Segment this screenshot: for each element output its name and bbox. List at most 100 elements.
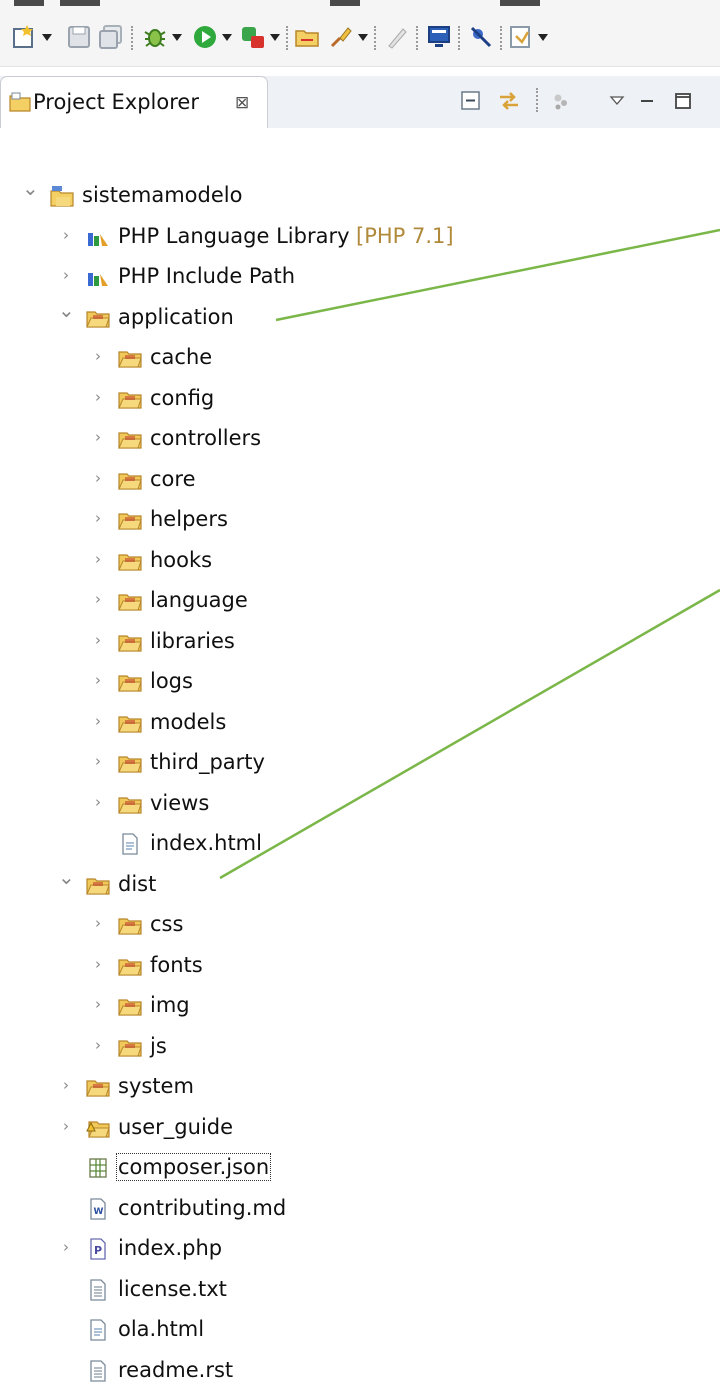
tree-item[interactable]: › css [0,905,720,945]
tree-item[interactable]: › Pindex.php [0,1229,720,1269]
tree-item[interactable]: › core [0,460,720,500]
collapse-chevron-icon[interactable]: › [90,509,106,527]
php-project-icon [50,185,74,207]
debug-icon[interactable] [142,24,168,50]
tree-item[interactable]: › helpers [0,500,720,540]
tree-item[interactable]: index.html [0,824,720,864]
folder-icon [118,1036,142,1058]
collapse-chevron-icon[interactable]: › [90,914,106,932]
collapse-chevron-icon[interactable]: › [90,550,106,568]
tree-item[interactable]: › language [0,581,720,621]
toolbar-separator [131,26,133,50]
collapse-chevron-icon[interactable]: › [90,955,106,973]
search-brush-icon[interactable] [328,24,354,50]
filter-icon[interactable] [550,90,572,112]
collapse-all-icon[interactable] [460,90,482,112]
expand-chevron-icon[interactable]: ⌄ [58,300,75,320]
collapse-chevron-icon[interactable]: › [90,671,106,689]
new-wizard-icon[interactable] [12,24,38,50]
collapse-chevron-icon[interactable]: › [90,590,106,608]
expand-chevron-icon[interactable]: ⌄ [58,867,75,887]
collapse-chevron-icon[interactable]: › [90,793,106,811]
tree-item[interactable]: ola.html [0,1310,720,1350]
toolbar-separator [374,26,376,50]
tree-item[interactable]: Wcontributing.md [0,1189,720,1229]
link-with-editor-icon[interactable] [498,90,520,112]
search-dropdown[interactable] [358,34,368,41]
tree-item-label: ola.html [118,1317,205,1341]
new-wizard-dropdown[interactable] [42,34,52,41]
tree-item[interactable]: license.txt [0,1270,720,1310]
toolbar-edge [14,0,44,6]
expand-chevron-icon[interactable]: ⌄ [22,178,39,198]
open-type-icon[interactable] [294,24,320,50]
tree-item[interactable]: readme.rst [0,1351,720,1391]
next-annotation-dropdown[interactable] [538,34,548,41]
debug-dropdown[interactable] [172,34,182,41]
tree-item[interactable]: › PHP Include Path [0,257,720,297]
tree-item[interactable]: › js [0,1027,720,1067]
maximize-icon[interactable] [672,90,694,112]
folder-warning-icon [86,1117,110,1139]
run-dropdown[interactable] [222,34,232,41]
next-annotation-icon[interactable] [508,24,534,50]
collapse-chevron-icon[interactable]: › [58,266,74,284]
collapse-chevron-icon[interactable]: › [90,428,106,446]
tree-item[interactable]: › controllers [0,419,720,459]
tree-item[interactable]: ⌄ application [0,298,720,338]
monitor-icon[interactable] [426,24,452,50]
tree-item[interactable]: › fonts [0,946,720,986]
tree-item[interactable]: composer.json [0,1148,720,1188]
view-tab-bar: Project Explorer ⊠ [0,76,720,128]
skip-breakpoints-icon[interactable] [468,24,494,50]
collapse-chevron-icon[interactable]: › [58,1076,74,1094]
view-menu-icon[interactable] [606,90,628,112]
tree-item[interactable]: › models [0,703,720,743]
collapse-chevron-icon[interactable]: › [90,1036,106,1054]
save-icon[interactable] [66,24,92,50]
tree-item[interactable]: › logs [0,662,720,702]
tree-item-label: css [150,912,184,936]
tree-item[interactable]: › system [0,1067,720,1107]
php-file-icon: P [86,1238,110,1260]
tree-item-label: libraries [150,628,235,653]
tree-item[interactable]: › user_guide [0,1108,720,1148]
tree-item-label: hooks [150,547,213,572]
folder-icon [118,469,142,491]
pen-icon[interactable] [384,24,410,50]
external-tools-dropdown[interactable] [270,34,280,41]
save-all-icon[interactable] [98,24,124,50]
tree-item[interactable]: › img [0,986,720,1026]
tree-item-label: core [150,466,196,491]
view-title: Project Explorer [33,90,199,114]
external-tools-icon[interactable] [240,24,266,50]
tree-item[interactable]: › cache [0,338,720,378]
minimize-icon[interactable] [636,90,658,112]
collapse-chevron-icon[interactable]: › [58,1117,74,1135]
close-view-icon[interactable]: ⊠ [235,93,249,113]
tree-item[interactable]: ⌄ sistemamodelo [0,176,720,216]
tree-item-label: contributing.md [118,1195,287,1220]
toolbar-separator [286,26,288,50]
tree-item[interactable]: › libraries [0,622,720,662]
tree-item[interactable]: › PHP Language Library [PHP 7.1] [0,217,720,257]
collapse-chevron-icon[interactable]: › [90,388,106,406]
tree-item-label: application [118,304,234,329]
tree-item[interactable]: › config [0,379,720,419]
collapse-chevron-icon[interactable]: › [90,752,106,770]
run-icon[interactable] [192,24,218,50]
tree-item-label: PHP Include Path [118,264,296,288]
collapse-chevron-icon[interactable]: › [90,712,106,730]
tree-item[interactable]: ⌄ dist [0,865,720,905]
collapse-chevron-icon[interactable]: › [90,347,106,365]
collapse-chevron-icon[interactable]: › [90,995,106,1013]
tab-project-explorer[interactable]: Project Explorer ⊠ [0,76,268,128]
tree-item[interactable]: › hooks [0,541,720,581]
collapse-chevron-icon[interactable]: › [90,469,106,487]
collapse-chevron-icon[interactable]: › [58,1238,74,1256]
tree-item[interactable]: › third_party [0,743,720,783]
collapse-chevron-icon[interactable]: › [90,631,106,649]
collapse-chevron-icon[interactable]: › [58,226,74,244]
viewbar-separator [536,88,538,112]
tree-item[interactable]: › views [0,784,720,824]
